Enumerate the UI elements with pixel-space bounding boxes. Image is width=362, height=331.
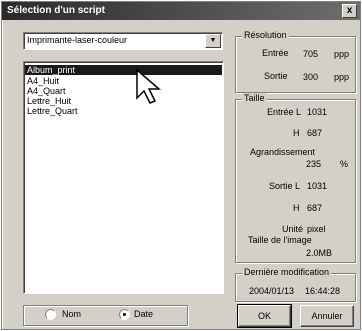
input-resolution-unit: ppp: [334, 49, 350, 59]
unit-value: pixel: [307, 224, 326, 234]
enlargement-label: Agrandissement: [250, 147, 316, 157]
output-resolution-label: Sortie: [264, 71, 288, 81]
list-item[interactable]: Lettre_Huit: [26, 96, 72, 106]
input-resolution-label: Entrée: [262, 48, 289, 58]
mouse-pointer-icon: [136, 68, 162, 104]
printer-select-value: Imprimante-laser-couleur: [27, 35, 128, 45]
dialog-title: Sélection d'un script: [7, 5, 105, 16]
input-width-value: 1031: [307, 107, 328, 117]
radio-selected-dot: [123, 313, 126, 316]
sort-by-name-label[interactable]: Nom: [62, 309, 81, 319]
script-list[interactable]: Album_print A4_Huit A4_Quart Lettre_Huit…: [23, 61, 224, 294]
printer-select[interactable]: Imprimante-laser-couleur ▼: [23, 32, 223, 50]
sort-by-date-label[interactable]: Date: [134, 309, 153, 319]
script-selection-dialog: Sélection d'un script x Imprimante-laser…: [1, 1, 361, 330]
input-height-label: H: [293, 128, 300, 138]
unit-label: Unité: [282, 224, 304, 234]
resolution-legend: Résolution: [242, 30, 289, 40]
output-height-value: 687: [307, 203, 323, 213]
sort-options: Nom Date: [23, 305, 188, 326]
size-group: Taille Entrée L 1031 H 687 Agrandissemen…: [235, 93, 356, 263]
list-item[interactable]: A4_Huit: [26, 76, 60, 86]
ok-button[interactable]: OK: [237, 304, 292, 328]
list-item[interactable]: A4_Quart: [26, 86, 67, 96]
list-item[interactable]: Album_print: [25, 65, 222, 75]
image-size-label: Taille de l'image: [248, 235, 312, 245]
input-resolution-value: 705: [303, 49, 319, 59]
title-bar: Sélection d'un script x: [2, 2, 360, 20]
output-width-value: 1031: [307, 181, 328, 191]
close-icon: x: [346, 5, 353, 16]
output-resolution-value: 300: [303, 72, 319, 82]
enlargement-value: 235: [306, 159, 322, 169]
sort-by-date-radio[interactable]: [119, 309, 130, 320]
resolution-group: Résolution Entrée 705 ppp Sortie 300 ppp: [235, 30, 356, 93]
chevron-down-icon[interactable]: ▼: [205, 34, 221, 48]
close-button[interactable]: x: [342, 4, 357, 18]
enlargement-unit: %: [340, 159, 349, 169]
last-modified-group: Dernière modification 2004/01/13 16:44:2…: [235, 267, 356, 302]
last-modified-legend: Dernière modification: [242, 267, 332, 277]
input-width-label: Entrée L: [267, 107, 302, 117]
output-resolution-unit: ppp: [334, 72, 350, 82]
last-modified-date: 2004/01/13: [249, 286, 295, 296]
cancel-button[interactable]: Annuler: [300, 305, 354, 327]
sort-by-name-radio[interactable]: [45, 309, 56, 320]
size-legend: Taille: [242, 93, 267, 103]
image-size-value: 2.0MB: [306, 248, 333, 258]
output-height-label: H: [293, 203, 300, 213]
last-modified-time: 16:44:28: [305, 286, 341, 296]
input-height-value: 687: [307, 128, 323, 138]
output-width-label: Sortie L: [269, 181, 301, 191]
list-item[interactable]: Lettre_Quart: [26, 106, 79, 116]
